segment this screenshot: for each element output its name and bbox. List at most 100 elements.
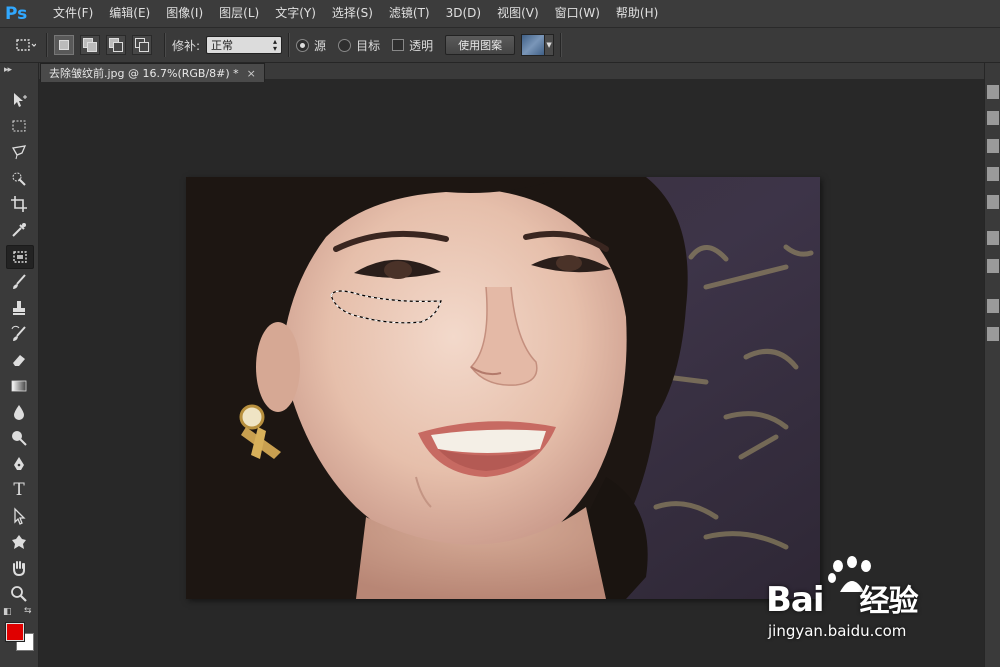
quick-selection-tool[interactable]	[6, 167, 32, 189]
repair-label: 修补:	[172, 38, 201, 53]
watermark-url: jingyan.baidu.com	[768, 622, 907, 640]
close-icon[interactable]: ×	[247, 67, 256, 80]
repair-mode-value: 正常	[211, 39, 234, 52]
dodge-icon	[12, 431, 27, 446]
swap-colors-icon[interactable]: ⇆	[24, 606, 32, 616]
shape-icon	[12, 535, 26, 549]
chevron-down-icon[interactable]: ▼	[545, 34, 555, 56]
brush-icon	[13, 274, 26, 289]
add-selection-button[interactable]	[80, 35, 100, 55]
watermark-brand-suffix: 经验	[859, 584, 919, 619]
history-brush-tool[interactable]	[6, 323, 32, 345]
menu-edit[interactable]: 编辑(E)	[101, 0, 158, 27]
options-bar: 修补: 正常 ▴ ▾ 源 目标 透明 使用图案 ▼	[0, 28, 1000, 63]
source-option[interactable]: 源	[296, 37, 326, 54]
menu-bar: Ps 文件(F) 编辑(E) 图像(I) 图层(L) 文字(Y) 选择(S) 滤…	[0, 0, 1000, 28]
panel-icon-history[interactable]	[987, 85, 999, 99]
panel-icon-actions[interactable]	[987, 111, 999, 125]
document-tab-title: 去除皱纹前.jpg @ 16.7%(RGB/8#) *	[49, 67, 239, 80]
path-selection-tool[interactable]	[6, 505, 32, 527]
watermark-brand-text: Bai	[766, 580, 825, 620]
blur-tool[interactable]	[6, 401, 32, 423]
document-tab[interactable]: 去除皱纹前.jpg @ 16.7%(RGB/8#) * ×	[40, 63, 265, 82]
marquee-tool[interactable]	[6, 115, 32, 137]
transparent-label: 透明	[409, 38, 434, 53]
type-icon: T	[13, 480, 25, 500]
patch-tool[interactable]	[6, 245, 34, 269]
document-canvas[interactable]	[186, 177, 820, 599]
clone-stamp-tool[interactable]	[6, 297, 32, 319]
patch-icon	[13, 251, 27, 263]
shape-tool[interactable]	[6, 531, 32, 553]
history-brush-icon	[11, 325, 26, 341]
menu-help[interactable]: 帮助(H)	[608, 0, 666, 27]
menu-layer[interactable]: 图层(L)	[211, 0, 267, 27]
use-pattern-button[interactable]: 使用图案	[445, 35, 516, 55]
panel-icon-paragraph[interactable]	[987, 327, 999, 341]
menu-image[interactable]: 图像(I)	[158, 0, 211, 27]
menu-filter[interactable]: 滤镜(T)	[381, 0, 438, 27]
target-option[interactable]: 目标	[338, 37, 380, 54]
dodge-tool[interactable]	[6, 427, 32, 449]
quick-selection-icon	[12, 172, 26, 186]
panel-icon-adjustments[interactable]	[987, 139, 999, 153]
lasso-tool[interactable]	[6, 141, 32, 163]
pattern-swatch[interactable]	[521, 34, 546, 56]
source-radio[interactable]	[296, 38, 310, 52]
menu-view[interactable]: 视图(V)	[489, 0, 547, 27]
transparent-option[interactable]: 透明	[392, 37, 433, 54]
pen-icon	[14, 457, 24, 470]
transparent-checkbox[interactable]	[392, 39, 405, 51]
menu-type[interactable]: 文字(Y)	[267, 0, 324, 27]
collapse-toolbar-icon[interactable]: ▸▸	[4, 65, 12, 75]
crop-tool[interactable]	[6, 193, 32, 215]
zoom-icon	[11, 586, 27, 602]
portrait-photo	[186, 177, 820, 599]
subtract-selection-button[interactable]	[106, 35, 126, 55]
eraser-tool[interactable]	[6, 349, 32, 371]
new-selection-button[interactable]	[54, 35, 74, 55]
target-radio[interactable]	[338, 38, 352, 52]
eraser-icon	[13, 355, 25, 366]
type-tool[interactable]: T	[6, 479, 32, 501]
separator	[164, 33, 166, 57]
blur-icon	[14, 405, 24, 420]
hand-tool[interactable]	[6, 557, 32, 579]
source-label: 源	[314, 38, 327, 53]
move-icon	[14, 93, 27, 107]
separator	[288, 33, 291, 57]
select-arrows-icon: ▴ ▾	[273, 37, 278, 53]
watermark-brand: Bai 经验	[766, 576, 919, 620]
lasso-icon	[11, 145, 27, 160]
panel-icon-character[interactable]	[987, 259, 999, 273]
gradient-icon	[11, 380, 27, 392]
menu-window[interactable]: 窗口(W)	[547, 0, 608, 27]
eyedropper-icon	[12, 223, 26, 237]
default-colors-icon[interactable]: ◧	[3, 607, 12, 617]
marquee-icon	[12, 120, 26, 132]
brush-tool[interactable]	[6, 271, 32, 293]
move-tool[interactable]	[6, 89, 32, 111]
panel-icon-layers[interactable]	[987, 195, 999, 209]
eyedropper-tool[interactable]	[6, 219, 32, 241]
color-swatches	[4, 621, 36, 653]
intersect-selection-button[interactable]	[132, 35, 152, 55]
zoom-tool[interactable]	[6, 583, 32, 605]
panel-icon-channels[interactable]	[987, 299, 999, 313]
panel-icon-styles[interactable]	[987, 167, 999, 181]
pen-tool[interactable]	[6, 453, 32, 475]
tool-preset-picker[interactable]	[10, 33, 40, 57]
menu-3d[interactable]: 3D(D)	[438, 0, 489, 27]
menu-file[interactable]: 文件(F)	[45, 0, 101, 27]
repair-mode-select[interactable]: 正常 ▴ ▾	[206, 36, 283, 54]
collapsed-panels	[984, 63, 1000, 667]
foreground-color-swatch[interactable]	[5, 622, 25, 642]
crop-icon	[11, 196, 27, 212]
stamp-icon	[13, 301, 25, 315]
separator	[560, 33, 563, 57]
gradient-tool[interactable]	[6, 375, 32, 397]
menu-select[interactable]: 选择(S)	[324, 0, 381, 27]
panel-icon-paths[interactable]	[987, 231, 999, 245]
patch-icon	[16, 39, 36, 51]
photoshop-logo: Ps	[5, 3, 28, 24]
